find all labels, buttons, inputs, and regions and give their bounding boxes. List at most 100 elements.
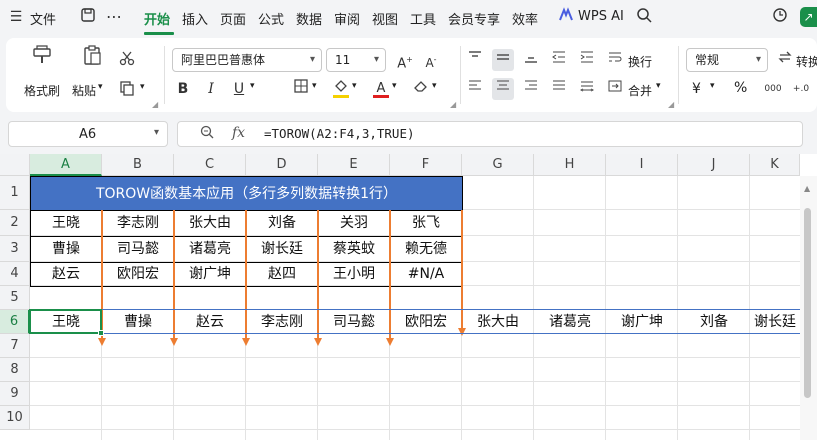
tab-review[interactable]: 审阅	[334, 9, 360, 28]
copy-dropdown-chevron-icon[interactable]: ▾	[140, 82, 145, 92]
percent-button[interactable]: %	[734, 80, 747, 96]
data-cell[interactable]: 司马懿	[102, 236, 174, 262]
data-cell[interactable]: 赖无德	[390, 236, 462, 262]
increase-indent-icon[interactable]	[576, 49, 598, 71]
tab-insert[interactable]: 插入	[182, 9, 208, 28]
share-icon[interactable]: ↗	[800, 7, 817, 27]
vertical-scrollbar[interactable]: ▲	[800, 176, 817, 440]
data-cell[interactable]: 赵云	[30, 262, 102, 286]
column-header-j[interactable]: J	[678, 154, 750, 176]
formula-input[interactable]: fx =TOROW(A2:F4,3,TRUE)	[177, 121, 803, 147]
copy-icon[interactable]	[116, 80, 138, 102]
tab-efficiency[interactable]: 效率	[512, 9, 538, 28]
wps-ai-logo-icon[interactable]	[558, 7, 574, 27]
align-bottom-icon[interactable]	[520, 49, 542, 71]
underline-icon[interactable]: U	[228, 78, 250, 100]
format-painter-label[interactable]: 格式刷	[24, 82, 60, 99]
data-cell[interactable]: 谢长廷	[246, 236, 318, 262]
row-header-9[interactable]: 9	[0, 382, 30, 406]
data-cell[interactable]: 赵四	[246, 262, 318, 286]
tab-home[interactable]: 开始	[144, 9, 170, 28]
column-header-i[interactable]: I	[606, 154, 678, 176]
column-header-a[interactable]: A	[30, 154, 102, 176]
column-header-f[interactable]: F	[390, 154, 462, 176]
column-header-h[interactable]: H	[534, 154, 606, 176]
data-cell[interactable]: 张大由	[174, 210, 246, 236]
paste-label[interactable]: 粘贴	[72, 82, 96, 99]
row-header-8[interactable]: 8	[0, 358, 30, 382]
row-header-6[interactable]: 6	[0, 310, 30, 334]
result-cell[interactable]: 李志刚	[246, 310, 318, 334]
wrap-text-label[interactable]: 换行	[628, 53, 652, 70]
row-header-2[interactable]: 2	[0, 210, 30, 236]
result-cell[interactable]: 司马懿	[318, 310, 390, 334]
align-center-icon[interactable]	[492, 78, 514, 100]
font-color-icon[interactable]: A	[370, 78, 392, 100]
column-header-b[interactable]: B	[102, 154, 174, 176]
fill-handle[interactable]	[98, 330, 104, 336]
column-header-k[interactable]: K	[750, 154, 800, 176]
increase-decimal-icon[interactable]: +.0	[790, 78, 812, 100]
result-cell[interactable]: 刘备	[678, 310, 750, 334]
data-cell[interactable]: 谢广坤	[174, 262, 246, 286]
alignment-expand-icon[interactable]: ◢	[668, 100, 674, 109]
result-cell[interactable]: 曹操	[102, 310, 174, 334]
align-middle-icon[interactable]	[492, 49, 514, 71]
select-all-corner[interactable]	[0, 154, 30, 176]
font-expand-icon[interactable]: ◢	[450, 100, 456, 109]
row-header-3[interactable]: 3	[0, 236, 30, 262]
border-icon[interactable]	[290, 78, 312, 100]
clock-icon[interactable]	[770, 7, 790, 27]
convert-label[interactable]: 转换	[796, 53, 817, 70]
row-header-4[interactable]: 4	[0, 262, 30, 286]
data-cell[interactable]: 关羽	[318, 210, 390, 236]
align-right-icon[interactable]	[520, 78, 542, 100]
data-cell[interactable]: 王晓	[30, 210, 102, 236]
spreadsheet-grid[interactable]: ABCDEFGHIJK 1 2 3 4 5 6 7 8 9 10 TOROW函数基本应用（多行多列…	[0, 154, 817, 440]
tab-view[interactable]: 视图	[372, 9, 398, 28]
decrease-indent-icon[interactable]	[548, 49, 570, 71]
underline-dropdown-chevron-icon[interactable]: ▾	[250, 81, 255, 91]
column-header-c[interactable]: C	[174, 154, 246, 176]
result-cell[interactable]: 诸葛亮	[534, 310, 606, 334]
convert-icon[interactable]	[774, 49, 796, 71]
data-cell[interactable]: 诸葛亮	[174, 236, 246, 262]
clipboard-expand-icon[interactable]: ◢	[152, 100, 158, 109]
font-size-select[interactable]: 11 ▾	[326, 48, 386, 72]
border-dropdown-chevron-icon[interactable]: ▾	[312, 81, 317, 91]
name-box[interactable]: A6 ▾	[8, 121, 168, 147]
wps-ai-button[interactable]: WPS AI	[578, 9, 624, 24]
column-header-e[interactable]: E	[318, 154, 390, 176]
tab-tools[interactable]: 工具	[410, 9, 436, 28]
tab-data[interactable]: 数据	[296, 9, 322, 28]
search-icon[interactable]	[634, 7, 654, 27]
menu-file[interactable]: 文件	[30, 9, 56, 28]
data-cell[interactable]: 蔡英蚊	[318, 236, 390, 262]
format-painter-icon[interactable]	[28, 44, 56, 72]
distribute-icon[interactable]	[576, 78, 598, 100]
result-cell[interactable]: 欧阳宏	[390, 310, 462, 334]
data-cell[interactable]: 李志刚	[102, 210, 174, 236]
hamburger-menu-icon[interactable]: ☰	[6, 7, 26, 27]
data-cell[interactable]: 王小明	[318, 262, 390, 286]
merge-icon[interactable]	[604, 78, 626, 100]
column-header-g[interactable]: G	[462, 154, 534, 176]
row-header-10[interactable]: 10	[0, 406, 30, 430]
data-cell[interactable]: #N/A	[390, 262, 462, 286]
number-format-select[interactable]: 常规 ▾	[686, 48, 768, 72]
row-header-7[interactable]: 7	[0, 334, 30, 358]
align-left-icon[interactable]	[464, 78, 486, 100]
scrollbar-thumb[interactable]	[804, 208, 811, 398]
column-header-d[interactable]: D	[246, 154, 318, 176]
data-cell[interactable]: 欧阳宏	[102, 262, 174, 286]
eraser-dropdown-chevron-icon[interactable]: ▾	[432, 81, 437, 91]
paste-dropdown-chevron-icon[interactable]: ▾	[98, 82, 103, 92]
currency-button[interactable]: ¥	[692, 81, 701, 97]
fill-dropdown-chevron-icon[interactable]: ▾	[352, 81, 357, 91]
data-cell[interactable]: 刘备	[246, 210, 318, 236]
font-name-select[interactable]: 阿里巴巴普惠体 ▾	[172, 48, 322, 72]
result-cell[interactable]: 谢长廷	[750, 310, 800, 334]
bold-icon[interactable]: B	[172, 78, 194, 100]
merge-dropdown-chevron-icon[interactable]: ▾	[656, 81, 661, 91]
justify-icon[interactable]	[548, 78, 570, 100]
